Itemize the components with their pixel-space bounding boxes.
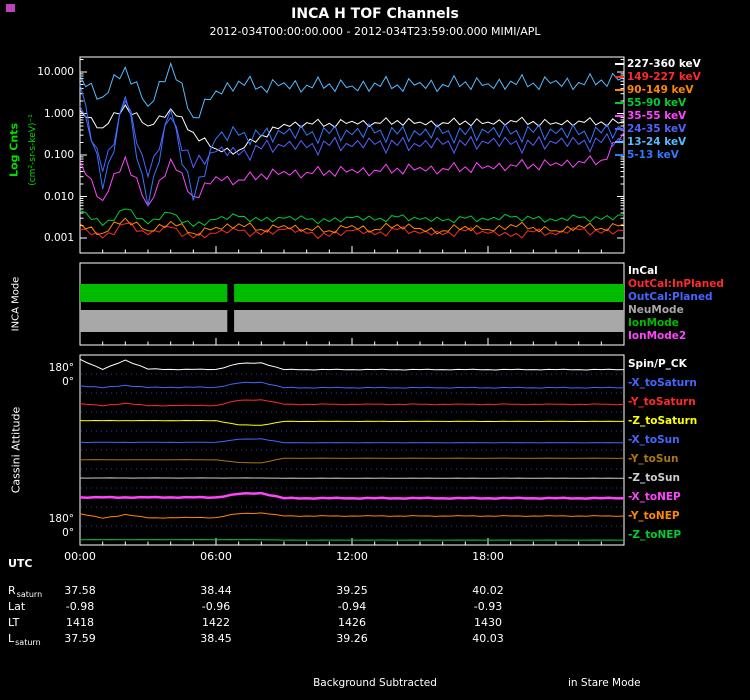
counts-series-55-90 keV (79, 208, 625, 228)
mode-yaxis-label: INCA Mode (10, 276, 22, 332)
mode-bar-IonMode (80, 284, 228, 302)
utc-axis-label: UTC (8, 557, 33, 570)
attitude-series-Spin/P_CK (79, 358, 625, 371)
mode-bar-IonMode (234, 284, 624, 302)
mode-bar-NeuMode (80, 310, 228, 332)
stare-mode-note: in Stare Mode (568, 677, 641, 689)
counts-series-13-24 keV (79, 61, 625, 119)
attitude-series--Z_toNEP (80, 539, 624, 541)
attitude-series--X_toSaturn (79, 381, 625, 389)
attitude-series--Y_toNEP (79, 512, 625, 519)
mode-bar-NeuMode (234, 310, 624, 332)
counts-series-24-35 keV (79, 99, 625, 179)
attitude-series--Y_toSun (80, 457, 625, 464)
counts-yaxis-units-label: (cm²-sr-s-keV)⁻¹ (28, 114, 38, 186)
plot-canvas (79, 56, 625, 546)
attitude-yaxis-label: Cassini Attitude (9, 406, 23, 494)
attitude-series--X_toNEP (79, 491, 625, 500)
attitude-series--Y_toSaturn (79, 399, 625, 407)
attitude-series--X_toSun (79, 438, 625, 444)
counts-yaxis-label: Log Cnts (7, 123, 21, 177)
attitude-series--Z_toSaturn (79, 419, 624, 426)
mode-frame (79, 262, 625, 346)
inca-tof-plot-page: INCA H TOF Channels 2012-034T00:00:00.00… (0, 0, 750, 700)
